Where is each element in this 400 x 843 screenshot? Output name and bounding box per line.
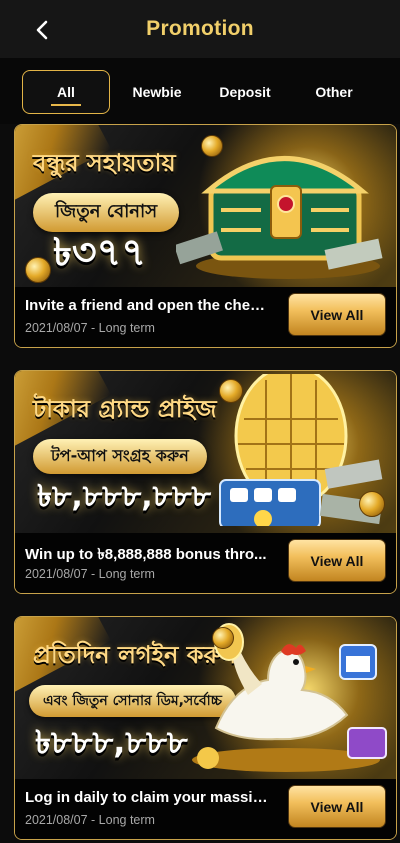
tab-other[interactable]: Other <box>314 70 354 114</box>
tab-bar: All Newbie Deposit Other <box>0 58 400 124</box>
coin-decor <box>212 627 234 649</box>
coin-decor <box>201 135 223 157</box>
bonus-amount: ৳৩৭৭ <box>53 230 147 274</box>
promo-info: Win up to ৳8,888,888 bonus thro... 2021/… <box>15 533 396 593</box>
tab-deposit[interactable]: Deposit <box>219 70 271 114</box>
promo-description: Log in daily to claim your massiv... <box>25 789 270 806</box>
coin-decor <box>359 491 385 517</box>
view-all-button[interactable]: View All <box>288 539 386 582</box>
golden-chicken-icon <box>192 623 387 772</box>
banner-headline: বন্ধুর সহায়তায় <box>33 149 176 177</box>
promo-date: 2021/08/07 - Long term <box>25 813 155 827</box>
page-title: Promotion <box>146 17 254 40</box>
tab-newbie[interactable]: Newbie <box>133 70 182 114</box>
tab-all[interactable]: All <box>22 70 110 114</box>
promo-card-grand-prize[interactable]: টাকার গ্র্যান্ড প্রাইজ টপ-আপ সংগ্রহ করুন… <box>14 370 397 594</box>
promo-date: 2021/08/07 - Long term <box>25 567 155 581</box>
promo-description: Win up to ৳8,888,888 bonus thro... <box>25 546 267 563</box>
coin-decor <box>25 257 51 283</box>
back-button[interactable] <box>28 15 58 45</box>
bonus-amount: ৳৮৮৮,৮৮৮ <box>35 723 188 761</box>
promo-banner[interactable]: প্রতিদিন লগইন করুন এবং জিতুন সোনার ডিম,স… <box>15 617 396 779</box>
promo-banner[interactable]: বন্ধুর সহায়তায় জিতুন বোনাস ৳৩৭৭ <box>15 125 396 287</box>
promo-card-daily-login[interactable]: প্রতিদিন লগইন করুন এবং জিতুন সোনার ডিম,স… <box>14 616 397 840</box>
coin-decor <box>219 379 243 403</box>
promo-banner[interactable]: টাকার গ্র্যান্ড প্রাইজ টপ-আপ সংগ্রহ করুন… <box>15 371 396 533</box>
promo-description: Invite a friend and open the ches... <box>25 297 270 314</box>
chevron-left-icon <box>36 20 48 40</box>
header: Promotion <box>0 0 400 58</box>
promo-card-invite-friend[interactable]: বন্ধুর সহায়তায় জিতুন বোনাস ৳৩৭৭ Invite… <box>14 124 397 348</box>
promo-date: 2021/08/07 - Long term <box>25 321 155 335</box>
view-all-button[interactable]: View All <box>288 293 386 336</box>
view-all-button[interactable]: View All <box>288 785 386 828</box>
promo-info: Log in daily to claim your massiv... 202… <box>15 779 396 839</box>
promo-info: Invite a friend and open the ches... 202… <box>15 287 396 347</box>
